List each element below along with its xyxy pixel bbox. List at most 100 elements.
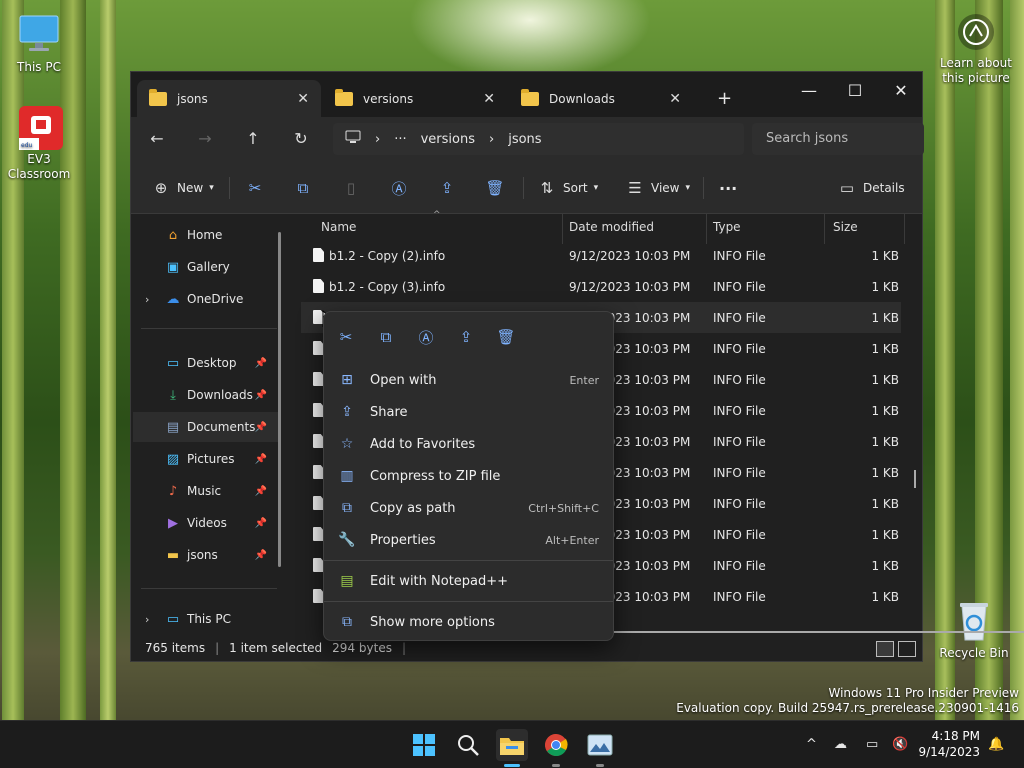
menu-item-edit-notepad-plus-plus[interactable]: ▤ Edit with Notepad++ [328,565,609,597]
menu-item-properties[interactable]: 🔧 Properties Alt+Enter [328,524,609,556]
tab-downloads[interactable]: Downloads ✕ [509,80,693,117]
new-button[interactable]: ⊕ New ▾ [151,173,214,203]
copy-button[interactable]: ⧉ [293,173,313,203]
menu-item-shortcut: Alt+Enter [545,533,599,547]
forward-button[interactable]: → [191,125,219,153]
pin-icon[interactable]: 📌 [255,550,267,561]
menu-item-share[interactable]: ⇪ Share [328,396,609,428]
sidebar-item-documents[interactable]: ▤ Documents 📌 [133,412,279,442]
back-button[interactable]: ← [143,125,171,153]
taskbar-chrome[interactable] [540,729,572,761]
menu-item-add-to-favorites[interactable]: ☆ Add to Favorites [328,428,609,460]
view-button[interactable]: ☰ View ▾ [625,173,690,203]
toolbar-separator [229,177,230,199]
paste-button[interactable]: ▯ [341,173,361,203]
sort-caret-icon: ^ [433,210,441,220]
more-button[interactable]: ··· [719,173,737,203]
new-tab-button[interactable]: + [705,80,744,117]
menu-item-open-with[interactable]: ⊞ Open with Enter [328,364,609,396]
pin-icon[interactable]: 📌 [255,390,267,401]
notification-bell-icon[interactable]: 🔔 [988,737,1004,752]
desktop-icon-ev3-classroom[interactable]: edu EV3 Classroom [1,104,77,182]
chevron-down-icon: ▾ [685,183,691,193]
pin-icon[interactable]: 📌 [255,486,267,497]
file-size: 1 KB [871,528,899,542]
breadcrumb-versions[interactable]: versions [421,132,475,147]
volume-muted-icon[interactable]: 🔇 [892,737,908,752]
context-delete-button[interactable]: 🗑 [492,324,520,350]
menu-item-label: Compress to ZIP file [370,468,501,484]
chevron-down-icon: ▾ [593,183,599,193]
nav-scrollbar[interactable] [278,232,281,567]
context-cut-button[interactable]: ✂ [332,324,360,350]
menu-item-label: Open with [370,372,437,388]
breadcrumb[interactable]: › ··· versions › jsons [333,123,744,155]
menu-item-show-more-options[interactable]: ⧉ Show more options [328,606,609,638]
file-type: INFO File [713,528,766,542]
desktop-icon-label: EV3 Classroom [7,152,71,181]
up-button[interactable]: ↑ [239,125,267,153]
tab-close-icon[interactable]: ✕ [483,91,495,107]
sidebar-item-music[interactable]: ♪ Music 📌 [133,476,279,506]
list-scrollbar-thumb[interactable] [914,470,916,488]
sidebar-item-jsons[interactable]: ▬ jsons 📌 [133,540,279,570]
clock[interactable]: 4:18 PM 9/14/2023 [918,728,980,760]
pin-icon[interactable]: 📌 [255,358,267,369]
share-button[interactable]: ⇪ [437,173,457,203]
pin-icon[interactable]: 📌 [255,518,267,529]
sidebar-item-onedrive[interactable]: › ☁ OneDrive [133,284,279,314]
sidebar-item-desktop[interactable]: ▭ Desktop 📌 [133,348,279,378]
context-share-button[interactable]: ⇪ [452,324,480,350]
table-row[interactable]: b1.2 - Copy (3).info 9/12/2023 10:03 PM IN… [301,271,901,302]
minimize-button[interactable]: — [786,76,832,106]
watermark-line: Evaluation copy. Build 25947.rs_prerelea… [676,701,1019,715]
tab-jsons[interactable]: jsons ✕ [137,80,321,117]
cut-button[interactable]: ✂ [245,173,265,203]
sidebar-item-pictures[interactable]: ▨ Pictures 📌 [133,444,279,474]
list-horizontal-scrollbar[interactable] [611,631,1024,633]
close-button[interactable]: ✕ [878,76,924,106]
tab-close-icon[interactable]: ✕ [297,91,309,107]
file-explorer-icon [500,738,524,755]
refresh-button[interactable]: ↻ [287,125,315,153]
navigation-pane: ⌂ Home ▣ Gallery › ☁ OneDrive ▭ Desktop 📌 ⤓ Do… [131,214,281,635]
menu-item-copy-as-path[interactable]: ⧉ Copy as path Ctrl+Shift+C [328,492,609,524]
desktop-icon-recycle-bin[interactable]: Recycle Bin [936,598,1012,660]
start-button[interactable] [408,729,440,761]
sidebar-item-this-pc[interactable]: › ▭ This PC [133,604,279,634]
tray-overflow-chevron[interactable]: ^ [806,737,817,752]
breadcrumb-ellipsis[interactable]: ··· [394,132,406,147]
file-type: INFO File [713,497,766,511]
pin-icon[interactable]: 📌 [255,422,267,433]
chevron-right-icon[interactable]: › [145,293,149,306]
taskbar-file-explorer[interactable] [496,729,528,761]
tab-close-icon[interactable]: ✕ [669,91,681,107]
sidebar-item-gallery[interactable]: ▣ Gallery [133,252,279,282]
clock-time: 4:18 PM [931,729,980,743]
onedrive-tray-icon[interactable]: ☁ [834,737,847,752]
sort-button[interactable]: ⇅ Sort ▾ [537,173,598,203]
taskbar-photo-app[interactable] [584,729,616,761]
sidebar-item-home[interactable]: ⌂ Home [133,220,279,250]
breadcrumb-jsons[interactable]: jsons [508,132,541,147]
delete-button[interactable]: 🗑 [485,173,505,203]
context-rename-button[interactable]: Ⓐ [412,324,440,350]
tab-versions[interactable]: versions ✕ [323,80,507,117]
network-icon[interactable]: ▭ [866,737,878,752]
context-copy-button[interactable]: ⧉ [372,324,400,350]
details-view-button[interactable] [876,641,894,657]
learn-about-picture[interactable]: Learn about this picture [936,12,1016,86]
details-button[interactable]: ▭ Details [837,173,905,203]
pin-icon[interactable]: 📌 [255,454,267,465]
rename-button[interactable]: Ⓐ [389,173,409,203]
tiles-view-button[interactable] [898,641,916,657]
search-button[interactable] [452,729,484,761]
menu-item-compress-zip[interactable]: ▥ Compress to ZIP file [328,460,609,492]
desktop-icon-this-pc[interactable]: This PC [1,12,77,74]
maximize-button[interactable]: ☐ [832,76,878,106]
table-row[interactable]: b1.2 - Copy (2).info 9/12/2023 10:03 PM IN… [301,240,901,271]
search-input[interactable]: Search jsons [752,123,924,155]
sidebar-item-downloads[interactable]: ⤓ Downloads 📌 [133,380,279,410]
chevron-right-icon[interactable]: › [145,613,149,626]
sidebar-item-videos[interactable]: ▶ Videos 📌 [133,508,279,538]
